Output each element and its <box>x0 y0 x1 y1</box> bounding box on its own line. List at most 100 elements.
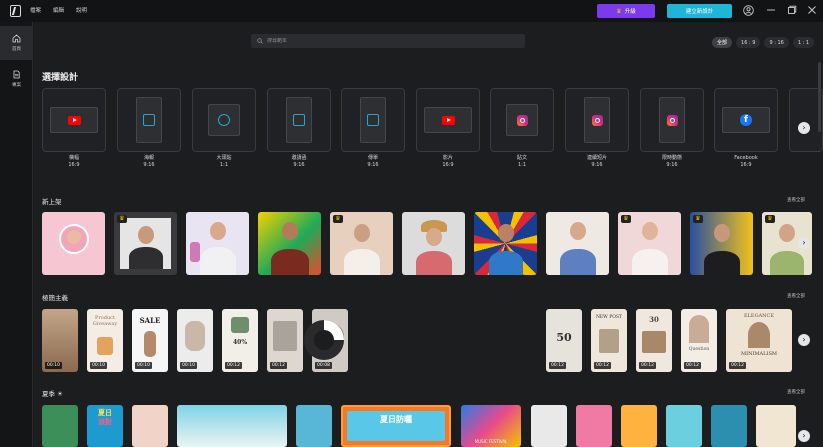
home-icon <box>12 34 21 43</box>
upgrade-label: 升級 <box>624 9 636 15</box>
new-row-next-arrow-icon[interactable]: › <box>798 237 810 249</box>
premium-crown-icon: ♛ <box>621 215 631 223</box>
duration-badge: 00:12 <box>225 362 242 369</box>
preset-flyer[interactable] <box>341 88 405 152</box>
summer-row-next-arrow-icon[interactable]: › <box>798 430 810 442</box>
preset-story[interactable] <box>640 88 704 152</box>
template-thumb[interactable]: 夏日 派對 <box>87 405 123 447</box>
template-thumb[interactable] <box>666 405 702 447</box>
template-thumb[interactable]: 30 00:12 <box>636 309 672 372</box>
search-input[interactable] <box>267 38 507 44</box>
document-icon <box>13 70 20 79</box>
filter-9-16[interactable]: 9 : 16 <box>764 37 789 48</box>
duration-badge: 00:12 <box>639 362 656 369</box>
menu-edit[interactable]: 編輯 <box>53 6 64 14</box>
preset-invitation[interactable] <box>267 88 331 152</box>
template-text: MINIMALISM <box>740 351 777 357</box>
template-thumb[interactable] <box>402 212 465 275</box>
template-thumb[interactable] <box>576 405 612 447</box>
avatar-icon <box>218 114 230 126</box>
menu-file[interactable]: 檔案 <box>30 6 41 14</box>
template-thumb[interactable]: ♛ <box>690 212 753 275</box>
template-text: 50 <box>556 331 572 344</box>
template-thumb[interactable] <box>531 405 567 447</box>
template-thumb[interactable] <box>711 405 747 447</box>
template-thumb[interactable] <box>42 405 78 447</box>
see-all-minimal-link[interactable]: 查看全部 <box>787 293 805 299</box>
poster-icon <box>143 114 155 126</box>
create-design-button[interactable]: 建立新設計 <box>667 4 732 18</box>
template-thumb[interactable] <box>756 405 796 447</box>
close-icon[interactable] <box>806 5 818 17</box>
template-thumb[interactable]: SALE 00:10 <box>132 309 168 372</box>
preset-label: 邀請函 9:16 <box>291 155 307 168</box>
duration-badge: 00:12 <box>729 362 746 369</box>
crown-icon: ♛ <box>616 7 622 15</box>
preset-facebook[interactable]: f <box>714 88 778 152</box>
template-thumb[interactable] <box>186 212 249 275</box>
template-text: 夏日防曬 <box>380 414 412 424</box>
template-thumb[interactable]: ELEGANCE MINIMALISM 00:12 <box>726 309 792 372</box>
template-thumb[interactable]: ♛ <box>114 212 177 275</box>
search-icon <box>257 38 263 44</box>
template-thumb[interactable]: 50 00:12 <box>546 309 582 372</box>
filter-16-9[interactable]: 16 : 9 <box>736 37 761 48</box>
template-thumb[interactable]: ♛ <box>330 212 393 275</box>
preset-label: 連續短片 9:16 <box>586 155 607 168</box>
main-content: 全部 16 : 9 9 : 16 1 : 1 選擇設計 f › 橫幅16:9 海… <box>34 22 823 447</box>
template-thumb[interactable]: NEW POST 00:12 <box>591 309 627 372</box>
template-thumb[interactable]: 00:12 <box>267 309 303 372</box>
search-bar[interactable] <box>251 34 525 48</box>
template-thumb[interactable] <box>177 405 287 447</box>
presets-next-arrow-icon[interactable]: › <box>798 122 810 134</box>
template-text: 40% <box>232 339 248 346</box>
template-thumb[interactable]: 夏日防曬 <box>341 405 451 447</box>
duration-badge: 00:10 <box>135 362 152 369</box>
sidebar-item-label: 首頁 <box>12 47 21 52</box>
template-thumb[interactable]: 00:10 <box>177 309 213 372</box>
template-thumb[interactable]: 00:10 <box>42 309 78 372</box>
section-title-choose-design: 選擇設計 <box>42 73 79 83</box>
preset-label: 橫幅 16:9 <box>68 155 80 168</box>
filter-all[interactable]: 全部 <box>712 37 733 48</box>
minimize-icon[interactable] <box>765 5 777 17</box>
sidebar-item-home[interactable]: 首頁 <box>0 26 33 60</box>
template-thumb[interactable] <box>621 405 657 447</box>
see-all-summer-link[interactable]: 查看全部 <box>787 389 805 395</box>
template-thumb[interactable]: MUSIC FESTIVAL <box>461 405 521 447</box>
template-thumb[interactable]: Question 00:12 <box>681 309 717 372</box>
loading-overlay <box>302 309 346 372</box>
template-thumb[interactable] <box>132 405 168 447</box>
template-thumb[interactable] <box>42 212 105 275</box>
preset-poster[interactable] <box>117 88 181 152</box>
ratio-filters: 全部 16 : 9 9 : 16 1 : 1 <box>712 37 815 48</box>
preset-label: Facebook 16:9 <box>734 155 758 168</box>
row-title-minimal: 極簡主義 <box>42 294 68 302</box>
template-thumb[interactable]: 40% 00:12 <box>222 309 258 372</box>
template-thumb[interactable] <box>296 405 332 447</box>
sidebar-item-projects[interactable]: 專案 <box>0 62 33 96</box>
template-thumb[interactable] <box>546 212 609 275</box>
template-thumb[interactable]: ♛ <box>618 212 681 275</box>
preset-label: 傳單 9:16 <box>367 155 379 168</box>
preset-reels[interactable] <box>565 88 629 152</box>
menu-help[interactable]: 說明 <box>76 6 87 14</box>
duration-badge: 00:12 <box>684 362 701 369</box>
minimal-row-next-arrow-icon[interactable]: › <box>798 334 810 346</box>
maximize-icon[interactable] <box>786 5 798 17</box>
see-all-new-link[interactable]: 查看全部 <box>787 197 805 203</box>
template-thumb[interactable]: Product Giveaway 00:10 <box>87 309 123 372</box>
template-thumb[interactable] <box>474 212 537 275</box>
template-thumb[interactable] <box>258 212 321 275</box>
preset-banner[interactable] <box>42 88 106 152</box>
preset-post[interactable] <box>490 88 554 152</box>
filter-1-1[interactable]: 1 : 1 <box>792 37 815 48</box>
upgrade-button[interactable]: ♛ 升級 <box>597 4 655 18</box>
title-bar: 檔案 編輯 說明 ♛ 升級 建立新設計 <box>0 0 823 22</box>
duration-badge: 00:10 <box>180 362 197 369</box>
account-icon[interactable] <box>742 5 754 17</box>
preset-avatar[interactable] <box>192 88 256 152</box>
preset-video[interactable] <box>416 88 480 152</box>
instagram-icon <box>591 114 603 126</box>
scrollbar[interactable] <box>818 62 821 132</box>
